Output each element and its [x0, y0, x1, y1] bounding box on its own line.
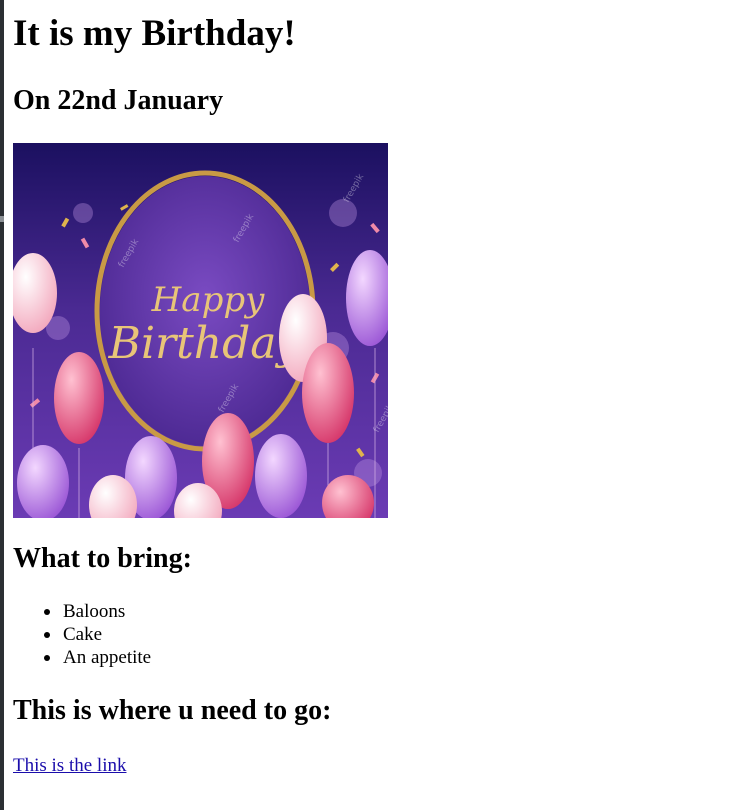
list-item: An appetite	[13, 646, 151, 669]
bring-heading: What to bring:	[13, 543, 192, 574]
birthday-banner-image: Happy Birthday freepik freepik freepik f…	[13, 143, 388, 518]
banner-birthday-text: Birthday	[108, 318, 303, 369]
date-heading: On 22nd January	[13, 85, 224, 116]
window-edge-notch	[0, 216, 4, 222]
location-link[interactable]: This is the link	[13, 754, 126, 777]
balloon-pink-left	[54, 352, 104, 444]
banner-happy-text: Happy	[151, 280, 265, 320]
page-title: It is my Birthday!	[13, 13, 296, 54]
balloon-lilac-bottom-right	[255, 434, 307, 518]
location-heading: This is where u need to go:	[13, 695, 332, 726]
bring-list: Baloons Cake An appetite	[13, 600, 151, 669]
window-left-edge	[0, 0, 4, 810]
list-item: Cake	[13, 623, 151, 646]
balloon-pink-right	[302, 343, 354, 443]
list-item: Baloons	[13, 600, 151, 623]
balloon-lilac-bottom-left	[17, 445, 69, 518]
